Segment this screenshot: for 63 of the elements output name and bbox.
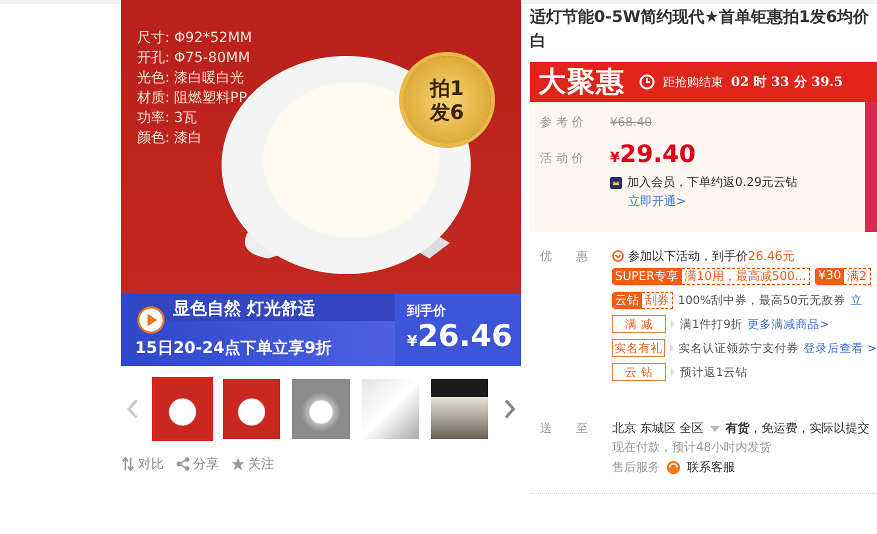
promo-text: 预计返1云钻 (680, 364, 748, 380)
promo-summary: 参加以下活动，到手价26.46元 (628, 248, 794, 264)
action-link[interactable]: 关注 (231, 455, 274, 473)
star-icon (231, 457, 245, 471)
countdown-label: 距抢购结束 (663, 74, 723, 90)
product-title: 白 (530, 30, 547, 52)
location-dropdown[interactable]: 北京 东城区 全区 (612, 420, 720, 437)
caret-icon (671, 320, 675, 328)
caret-icon (710, 426, 720, 432)
slogan-text: 显色自然 灯光舒适 (135, 294, 395, 321)
promo-text: 100%刮中券，最高50元无敌券 (678, 292, 846, 308)
spec-text: 光色: 漆白暖白光 (137, 69, 244, 88)
coupon-link[interactable]: 立 (850, 292, 863, 308)
customer-service-icon (666, 460, 681, 474)
thumbnail[interactable] (221, 377, 282, 441)
section-label: 送 至 (539, 420, 589, 437)
member-text: 加入会员，下单约返0.29元云钻 (627, 174, 798, 191)
promo-tag: 实名有礼 (612, 339, 665, 357)
delivery-eta: 现在付款，预计48小时内发货 (612, 439, 772, 456)
thumbnail[interactable] (428, 377, 490, 441)
promo-text: 实名认证领苏宁支付券 (678, 340, 799, 356)
section-label: 优 惠 (539, 248, 589, 265)
stock-status: 有货 (726, 420, 750, 437)
contact-link[interactable]: 联系客服 (687, 458, 735, 476)
spec-text: 颜色: 漆白 (137, 129, 202, 148)
share-icon (176, 457, 190, 471)
product-title: 适灯节能0-5W简约现代★首单钜惠拍1发6均价 (530, 6, 870, 28)
promo-link[interactable]: 登录后查看 > (804, 340, 877, 356)
join-link[interactable]: 立即开通> (628, 193, 686, 210)
discount-icon (612, 250, 624, 262)
final-price: ¥26.46 (407, 320, 514, 356)
thumbnail[interactable] (290, 377, 352, 441)
clock-icon (639, 74, 655, 90)
spec-text: 功率: 3瓦 (137, 109, 198, 128)
thumbnail[interactable] (152, 377, 214, 441)
play-icon[interactable] (137, 306, 165, 334)
promo-text: 15日20-24点下单立享9折 (135, 337, 332, 359)
caret-icon (671, 368, 675, 376)
shipping-note: ，免运费，实际以提交 (750, 420, 870, 437)
service-label: 售后服务 (612, 459, 660, 476)
sale-price: ¥29.40 (610, 140, 696, 168)
countdown-timer: 02 时 33 分 39.5 (731, 74, 843, 91)
spec-text: 材质: 阻燃塑料PP (137, 89, 248, 108)
flash-sale-logo: 大聚惠 (538, 64, 625, 100)
reference-price: ¥68.40 (610, 115, 652, 129)
caret-icon (670, 344, 674, 352)
promo-text: 满1件打9折 (680, 316, 743, 332)
price-label: 活 动 价 (540, 150, 585, 167)
price-label: 参 考 价 (540, 114, 585, 131)
spec-text: 尺寸: Φ92*52MM (137, 29, 252, 48)
thumbnail[interactable] (360, 377, 421, 441)
final-price-label: 到手价 (407, 302, 447, 320)
promo-link[interactable]: 更多满减商品> (748, 316, 830, 332)
seal-text: 拍1 (430, 76, 464, 100)
promo-tag: 云 钻 (612, 363, 666, 381)
chevron-right-icon[interactable] (504, 398, 515, 420)
seal-text: 发6 (430, 100, 464, 124)
crown-icon (610, 176, 622, 188)
action-link[interactable]: 分享 (176, 455, 219, 473)
promo-tag: 满 减 (612, 315, 666, 333)
spec-text: 开孔: Φ75-80MM (137, 49, 250, 68)
action-link[interactable]: 对比 (121, 455, 164, 473)
compare-icon (121, 457, 135, 471)
